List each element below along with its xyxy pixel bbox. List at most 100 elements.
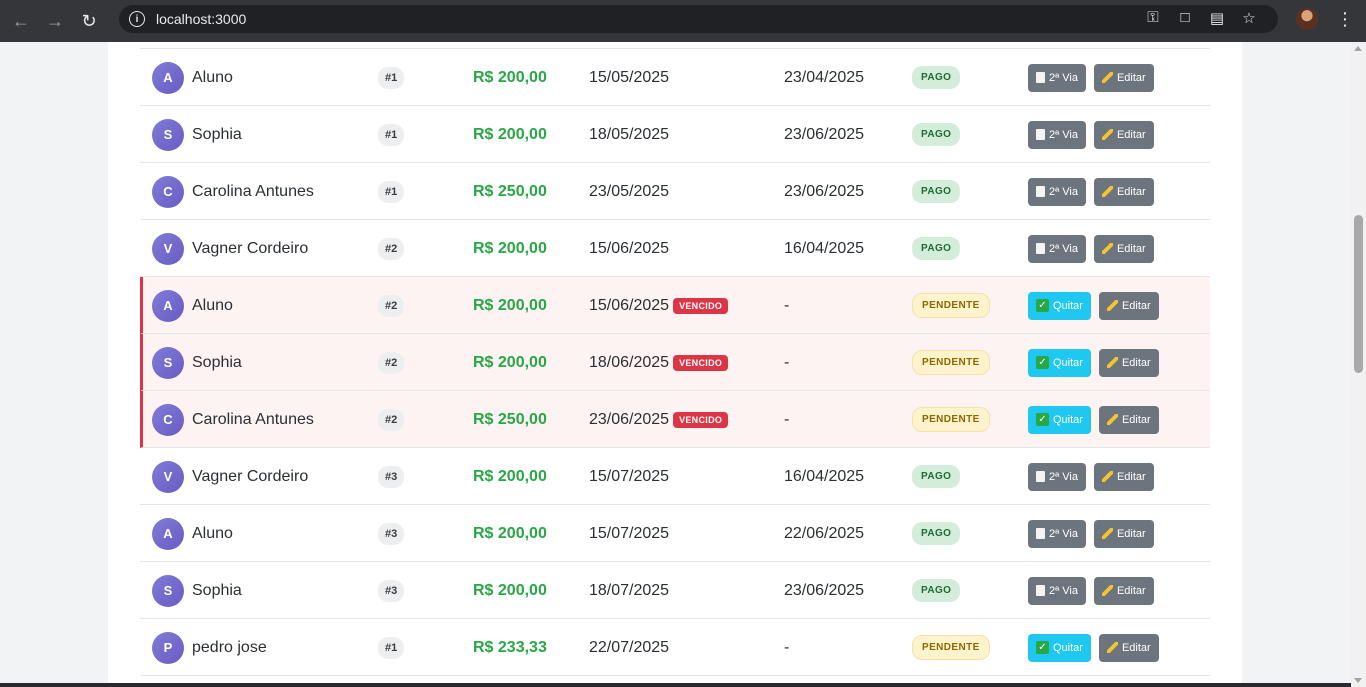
installment-badge: #3 bbox=[378, 579, 405, 602]
avatar: A bbox=[152, 61, 184, 94]
button-label: Quitar bbox=[1053, 299, 1083, 312]
check-icon: ✓ bbox=[1036, 299, 1049, 312]
button-label: 2ª Via bbox=[1049, 242, 1078, 255]
segunda-via-button[interactable]: 2ª Via bbox=[1028, 576, 1086, 605]
button-label: Editar bbox=[1116, 185, 1146, 198]
button-label: Editar bbox=[1116, 242, 1146, 255]
quitar-button[interactable]: ✓ Quitar bbox=[1028, 348, 1091, 377]
due-date: 18/07/2025 bbox=[589, 581, 670, 599]
edit-button[interactable]: Editar bbox=[1093, 63, 1154, 92]
installment-badge: #1 bbox=[378, 66, 405, 89]
amount: R$ 200,00 bbox=[473, 353, 547, 371]
profile-avatar[interactable] bbox=[1296, 8, 1318, 30]
edit-button[interactable]: Editar bbox=[1093, 177, 1154, 206]
amount: R$ 200,00 bbox=[473, 68, 547, 86]
amount: R$ 200,00 bbox=[473, 581, 547, 599]
key-icon[interactable]: ⚿ bbox=[1144, 9, 1162, 27]
avatar: S bbox=[152, 574, 184, 607]
status-badge: PAGO bbox=[912, 522, 961, 545]
scroll-down-arrow-icon[interactable] bbox=[1354, 678, 1362, 683]
student-name: pedro jose bbox=[192, 638, 267, 656]
segunda-via-button[interactable]: 2ª Via bbox=[1028, 177, 1086, 206]
edit-button[interactable]: Editar bbox=[1098, 348, 1159, 377]
installment-badge: #2 bbox=[378, 408, 405, 431]
segunda-via-button[interactable]: 2ª Via bbox=[1028, 519, 1086, 548]
pencil-icon bbox=[1101, 528, 1113, 539]
quitar-button[interactable]: ✓ Quitar bbox=[1028, 633, 1091, 662]
due-date: 15/07/2025 bbox=[589, 467, 670, 485]
edit-button[interactable]: Editar bbox=[1098, 291, 1159, 320]
button-label: Editar bbox=[1116, 470, 1146, 483]
segunda-via-button[interactable]: 2ª Via bbox=[1028, 120, 1086, 149]
reload-icon[interactable]: ↻ bbox=[76, 8, 102, 34]
due-date: 15/06/2025 bbox=[589, 239, 670, 257]
address-bar[interactable]: i localhost:3000 bbox=[119, 5, 1278, 33]
edit-button[interactable]: Editar bbox=[1093, 462, 1154, 491]
scrollbar-thumb[interactable] bbox=[1354, 215, 1363, 373]
site-info-icon[interactable]: i bbox=[129, 11, 145, 27]
forward-arrow-icon[interactable]: → bbox=[42, 8, 68, 34]
table-row: S Sophia #3 R$ 200,00 18/07/2025 23/06/2025 PA… bbox=[140, 562, 1210, 619]
button-label: 2ª Via bbox=[1049, 584, 1078, 597]
installment-badge: #2 bbox=[378, 294, 405, 317]
payment-date: 16/04/2025 bbox=[784, 239, 865, 257]
quitar-button[interactable]: ✓ Quitar bbox=[1028, 291, 1091, 320]
status-badge: PENDENTE bbox=[912, 293, 990, 318]
pencil-icon bbox=[1106, 357, 1118, 368]
back-arrow-icon[interactable]: ← bbox=[8, 8, 34, 34]
button-label: 2ª Via bbox=[1049, 470, 1078, 483]
table-row: S Sophia #1 R$ 200,00 18/05/2025 23/06/2025 PA… bbox=[140, 106, 1210, 163]
button-label: Editar bbox=[1121, 641, 1151, 654]
due-date: 23/06/2025 bbox=[589, 410, 670, 428]
status-badge: PAGO bbox=[912, 465, 961, 488]
segunda-via-button[interactable]: 2ª Via bbox=[1028, 234, 1086, 263]
edit-button[interactable]: Editar bbox=[1093, 234, 1154, 263]
segunda-via-button[interactable]: 2ª Via bbox=[1028, 462, 1086, 491]
avatar: A bbox=[152, 517, 184, 550]
status-badge: PAGO bbox=[912, 123, 961, 146]
payment-date: 23/06/2025 bbox=[784, 581, 865, 599]
student-name: Carolina Antunes bbox=[192, 410, 314, 428]
edit-button[interactable]: Editar bbox=[1093, 120, 1154, 149]
student-name: Carolina Antunes bbox=[192, 182, 314, 200]
avatar: V bbox=[152, 460, 184, 493]
student-name: Aluno bbox=[192, 524, 233, 542]
status-badge: PENDENTE bbox=[912, 350, 990, 375]
segunda-via-button[interactable]: 2ª Via bbox=[1028, 63, 1086, 92]
table-row: A Aluno #3 R$ 200,00 15/07/2025 22/06/2025 PAG… bbox=[140, 505, 1210, 562]
payment-date: 23/06/2025 bbox=[784, 125, 865, 143]
status-badge: PAGO bbox=[912, 180, 961, 203]
page-scrollbar[interactable] bbox=[1351, 42, 1366, 687]
table-row: C Carolina Antunes #1 R$ 250,00 23/05/2025 23… bbox=[140, 163, 1210, 220]
bookmark-star-icon[interactable]: ☆ bbox=[1240, 9, 1258, 27]
table-row: VVagner Cordeiro#1R$ 200,0015/05/202516/… bbox=[140, 42, 1210, 49]
due-date: 23/05/2025 bbox=[589, 182, 670, 200]
install-app-icon[interactable]: □ bbox=[1176, 9, 1194, 27]
payment-date: - bbox=[784, 638, 790, 656]
pencil-icon bbox=[1101, 72, 1113, 83]
quitar-button[interactable]: ✓ Quitar bbox=[1028, 405, 1091, 434]
browser-toolbar: ← → ↻ i localhost:3000 ⚿ □ ▤ ☆ ⋮ bbox=[0, 0, 1366, 42]
edit-button[interactable]: Editar bbox=[1093, 519, 1154, 548]
payment-date: 22/06/2025 bbox=[784, 524, 865, 542]
pencil-icon bbox=[1101, 471, 1113, 482]
payment-date: - bbox=[784, 410, 790, 428]
url-text[interactable]: localhost:3000 bbox=[156, 11, 246, 27]
translate-icon[interactable]: ▤ bbox=[1208, 9, 1226, 27]
edit-button[interactable]: Editar bbox=[1093, 576, 1154, 605]
avatar: C bbox=[152, 175, 184, 208]
payment-date: - bbox=[784, 353, 790, 371]
scroll-up-arrow-icon[interactable] bbox=[1354, 46, 1362, 51]
check-icon: ✓ bbox=[1036, 641, 1049, 654]
pencil-icon bbox=[1101, 129, 1113, 140]
avatar: C bbox=[152, 403, 184, 436]
due-date: 15/05/2025 bbox=[589, 68, 670, 86]
payments-card: V Vagner Cordeiro #1 R$ 200,00 15/05/2025 16/… bbox=[108, 42, 1242, 687]
button-label: 2ª Via bbox=[1049, 128, 1078, 141]
edit-button[interactable]: Editar bbox=[1098, 633, 1159, 662]
overdue-badge: VENCIDO bbox=[673, 297, 729, 314]
edit-button[interactable]: Editar bbox=[1098, 405, 1159, 434]
amount: R$ 250,00 bbox=[473, 410, 547, 428]
browser-menu-icon[interactable]: ⋮ bbox=[1336, 9, 1354, 30]
due-date: 18/06/2025 bbox=[589, 353, 670, 371]
